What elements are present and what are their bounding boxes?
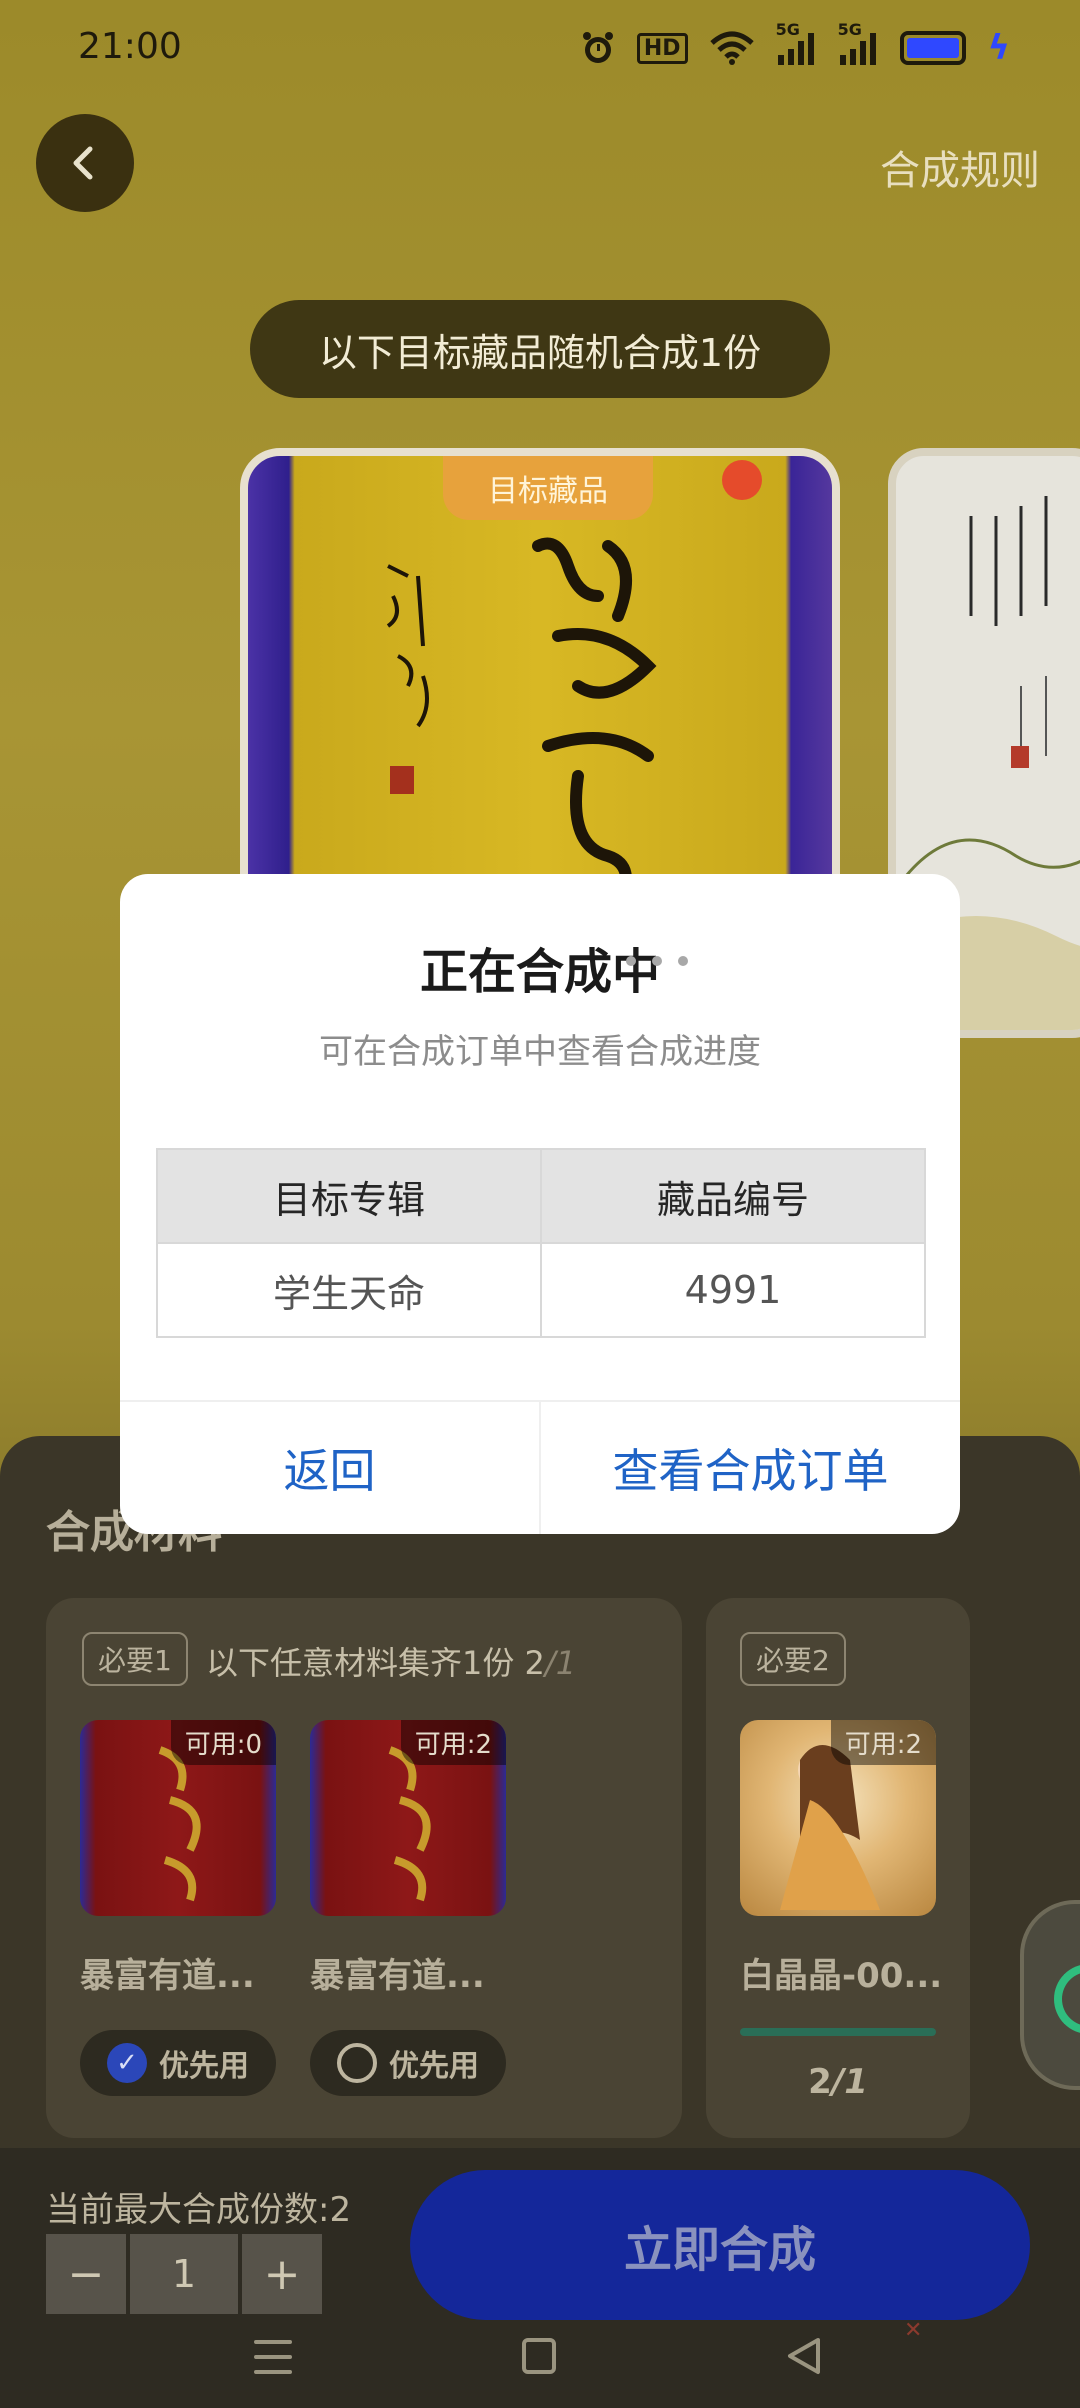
dialog-subtitle: 可在合成订单中查看合成进度 [319,1032,761,1072]
view-orders-button[interactable]: 查看合成订单 [541,1402,960,1534]
dialog-back-button[interactable]: 返回 [120,1402,539,1534]
loading-dots-icon [626,956,688,966]
table-header: 目标专辑 [156,1148,542,1244]
table-row: 学生天命 4991 [156,1242,926,1338]
dialog-table: 目标专辑 藏品编号 学生天命 4991 [156,1148,926,1338]
dialog-title: 正在合成中 [419,944,660,1000]
table-header: 藏品编号 [540,1148,926,1244]
synthesis-dialog: 正在合成中 可在合成订单中查看合成进度 目标专辑 藏品编号 学生天命 4991 … [120,874,960,1534]
album-name-cell: 学生天命 [156,1242,542,1338]
collectible-number-cell: 4991 [540,1242,926,1338]
